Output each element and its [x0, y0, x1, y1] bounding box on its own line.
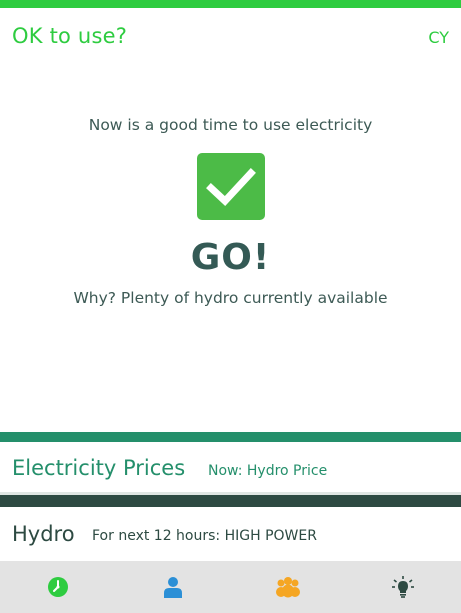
app-screen: OK to use? CY Now is a good time to use …	[0, 0, 461, 613]
prices-accent-bar	[0, 432, 461, 442]
electricity-prices-card[interactable]: Electricity Prices Now: Hydro Price	[0, 442, 461, 494]
hydro-subtitle: For next 12 hours: HIGH POWER	[92, 528, 317, 544]
lightbulb-icon	[391, 576, 414, 598]
header: OK to use? CY	[0, 8, 461, 64]
go-verdict: GO!	[190, 237, 271, 278]
nav-item-community[interactable]	[230, 561, 345, 613]
status-panel: Now is a good time to use electricity GO…	[0, 64, 461, 432]
hydro-card[interactable]: Hydro For next 12 hours: HIGH POWER	[0, 507, 461, 561]
status-reason: Why? Plenty of hydro currently available	[73, 289, 388, 307]
hydro-accent-bar	[0, 495, 461, 507]
top-accent-bar	[0, 0, 461, 8]
status-message: Now is a good time to use electricity	[88, 116, 373, 134]
page-title: OK to use?	[12, 24, 128, 48]
prices-title: Electricity Prices	[12, 456, 186, 480]
nav-item-profile[interactable]	[115, 561, 230, 613]
person-icon	[163, 577, 182, 598]
nav-item-status[interactable]	[0, 561, 115, 613]
checkmark-icon	[197, 153, 265, 220]
region-selector[interactable]: CY	[428, 28, 449, 47]
nav-item-tips[interactable]	[345, 561, 460, 613]
clock-icon	[47, 577, 68, 597]
bottom-nav	[0, 561, 461, 613]
hydro-title: Hydro	[12, 522, 75, 546]
prices-subtitle: Now: Hydro Price	[208, 463, 328, 479]
group-icon	[275, 577, 300, 598]
